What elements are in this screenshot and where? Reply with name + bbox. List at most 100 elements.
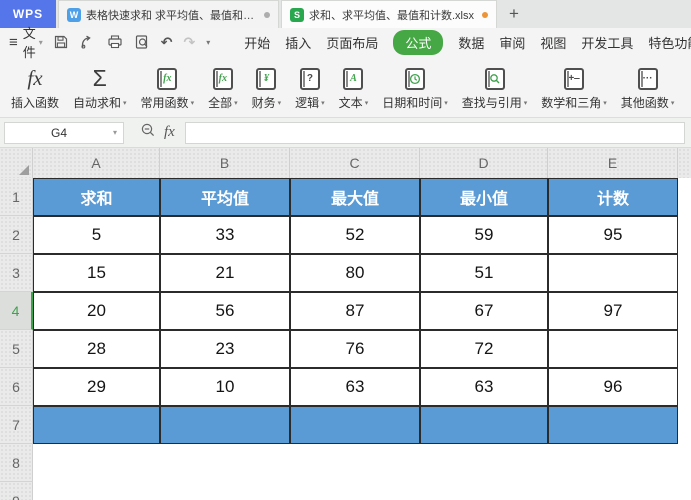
cell-C4[interactable]: 87 bbox=[290, 292, 420, 330]
menu-item-数据[interactable]: 数据 bbox=[458, 33, 484, 52]
row-header-7[interactable]: 7 bbox=[0, 406, 33, 444]
select-all-corner[interactable] bbox=[0, 148, 33, 178]
cell-B6[interactable]: 10 bbox=[160, 368, 290, 406]
cell-D1[interactable]: 最小值 bbox=[420, 178, 548, 216]
cell-D6[interactable]: 63 bbox=[420, 368, 548, 406]
menu-item-页面布局[interactable]: 页面布局 bbox=[326, 33, 378, 52]
print-icon[interactable] bbox=[107, 34, 123, 50]
row-header-2[interactable]: 2 bbox=[0, 216, 33, 254]
datetime-functions-button[interactable]: 日期和时间 ▾ bbox=[375, 60, 455, 115]
dropdown-caret-icon[interactable]: ▾ bbox=[603, 99, 607, 107]
cell-C6[interactable]: 63 bbox=[290, 368, 420, 406]
cell-E5[interactable] bbox=[548, 330, 678, 368]
dropdown-caret-icon[interactable]: ▾ bbox=[278, 99, 282, 107]
math-trig-button[interactable]: +‒ 数学和三角 ▾ bbox=[534, 60, 614, 115]
row-header-8[interactable]: 8 bbox=[0, 444, 33, 482]
financial-functions-button[interactable]: ¥ 财务 ▾ bbox=[245, 60, 289, 115]
logical-functions-button[interactable]: ? 逻辑 ▾ bbox=[288, 60, 332, 115]
lookup-reference-button[interactable]: 查找与引用 ▾ bbox=[455, 60, 535, 115]
hamburger-icon[interactable]: ≡ bbox=[9, 34, 18, 51]
dropdown-caret-icon[interactable]: ▾ bbox=[321, 99, 325, 107]
cell-B1[interactable]: 平均值 bbox=[160, 178, 290, 216]
cell-B4[interactable]: 56 bbox=[160, 292, 290, 330]
dropdown-caret-icon[interactable]: ▾ bbox=[123, 99, 127, 107]
menu-item-公式[interactable]: 公式 bbox=[393, 29, 444, 55]
col-header-C[interactable]: C bbox=[290, 148, 420, 178]
cell-A7[interactable] bbox=[33, 406, 160, 444]
name-box-caret-icon[interactable]: ▾ bbox=[113, 128, 123, 137]
row-header-5[interactable]: 5 bbox=[0, 330, 33, 368]
cell-E4[interactable]: 97 bbox=[548, 292, 678, 330]
tab-close-dot-icon[interactable] bbox=[264, 11, 270, 18]
formula-input[interactable] bbox=[184, 121, 685, 144]
cell-A6[interactable]: 29 bbox=[33, 368, 160, 406]
col-header-A[interactable]: A bbox=[33, 148, 160, 178]
document-tab-writer[interactable]: W 表格快速求和 求平均值、最值和计数 bbox=[58, 0, 279, 28]
all-functions-button[interactable]: fx 全部 ▾ bbox=[201, 60, 245, 115]
cell-A4[interactable]: 20 bbox=[33, 292, 160, 330]
file-menu[interactable]: 文件 bbox=[23, 23, 36, 61]
cell-E3[interactable] bbox=[548, 254, 678, 292]
row-header-3[interactable]: 3 bbox=[0, 254, 33, 292]
text-functions-button[interactable]: A 文本 ▾ bbox=[332, 60, 376, 115]
menu-item-审阅[interactable]: 审阅 bbox=[499, 33, 525, 52]
common-functions-button[interactable]: fx 常用函数 ▾ bbox=[134, 60, 202, 115]
cell-C3[interactable]: 80 bbox=[290, 254, 420, 292]
cell-A5[interactable]: 28 bbox=[33, 330, 160, 368]
dropdown-caret-icon[interactable]: ▾ bbox=[365, 99, 369, 107]
menu-item-插入[interactable]: 插入 bbox=[285, 33, 311, 52]
col-header-B[interactable]: B bbox=[160, 148, 290, 178]
menu-item-特色功能[interactable]: 特色功能 bbox=[648, 33, 691, 52]
cell-D4[interactable]: 67 bbox=[420, 292, 548, 330]
fx-icon[interactable]: fx bbox=[164, 124, 175, 141]
dropdown-caret-icon[interactable]: ▾ bbox=[191, 99, 195, 107]
export-icon[interactable] bbox=[80, 34, 96, 50]
autosum-button[interactable]: Σ 自动求和 ▾ bbox=[66, 60, 134, 115]
cell-B5[interactable]: 23 bbox=[160, 330, 290, 368]
tab-modified-dot-icon bbox=[482, 11, 488, 18]
row-header-1[interactable]: 1 bbox=[0, 178, 33, 216]
dropdown-caret-icon[interactable]: ▾ bbox=[444, 99, 448, 107]
cell-A1[interactable]: 求和 bbox=[33, 178, 160, 216]
row-header-4[interactable]: 4 bbox=[0, 292, 33, 330]
row-header-6[interactable]: 6 bbox=[0, 368, 33, 406]
cell-B3[interactable]: 21 bbox=[160, 254, 290, 292]
undo-icon[interactable]: ↶ bbox=[161, 34, 173, 51]
menu-item-开发工具[interactable]: 开发工具 bbox=[581, 33, 633, 52]
cell-D5[interactable]: 72 bbox=[420, 330, 548, 368]
dropdown-caret-icon[interactable]: ▾ bbox=[671, 99, 675, 107]
cell-E6[interactable]: 96 bbox=[548, 368, 678, 406]
cell-D7[interactable] bbox=[420, 406, 548, 444]
row-header-9[interactable]: 9 bbox=[0, 482, 33, 500]
col-header-E[interactable]: E bbox=[548, 148, 678, 178]
col-header-D[interactable]: D bbox=[420, 148, 548, 178]
cell-A3[interactable]: 15 bbox=[33, 254, 160, 292]
zoom-out-icon[interactable] bbox=[140, 122, 156, 143]
cell-C5[interactable]: 76 bbox=[290, 330, 420, 368]
cell-A2[interactable]: 5 bbox=[33, 216, 160, 254]
insert-function-button[interactable]: fx 插入函数 bbox=[4, 60, 66, 115]
cell-D2[interactable]: 59 bbox=[420, 216, 548, 254]
new-tab-button[interactable]: + bbox=[497, 0, 531, 28]
cell-E1[interactable]: 计数 bbox=[548, 178, 678, 216]
dropdown-caret-icon[interactable]: ▾ bbox=[524, 99, 528, 107]
cell-C7[interactable] bbox=[290, 406, 420, 444]
menu-item-视图[interactable]: 视图 bbox=[540, 33, 566, 52]
save-icon[interactable] bbox=[53, 34, 69, 50]
menu-item-开始[interactable]: 开始 bbox=[244, 33, 270, 52]
file-menu-caret-icon[interactable]: ▾ bbox=[39, 38, 43, 47]
cell-B2[interactable]: 33 bbox=[160, 216, 290, 254]
print-preview-icon[interactable] bbox=[134, 34, 150, 50]
cell-B7[interactable] bbox=[160, 406, 290, 444]
dropdown-caret-icon[interactable]: ▾ bbox=[234, 99, 238, 107]
cell-C1[interactable]: 最大值 bbox=[290, 178, 420, 216]
cell-C2[interactable]: 52 bbox=[290, 216, 420, 254]
spreadsheet-doc-icon: S bbox=[290, 7, 304, 22]
name-box[interactable]: G4 ▾ bbox=[4, 121, 124, 144]
more-functions-button[interactable]: ··· 其他函数 ▾ bbox=[614, 60, 682, 115]
cell-E7[interactable] bbox=[548, 406, 678, 444]
document-tab-spreadsheet[interactable]: S 求和、求平均值、最值和计数.xlsx bbox=[281, 0, 497, 28]
cell-D3[interactable]: 51 bbox=[420, 254, 548, 292]
cell-E2[interactable]: 95 bbox=[548, 216, 678, 254]
qat-more-icon[interactable]: ▾ bbox=[206, 38, 210, 47]
